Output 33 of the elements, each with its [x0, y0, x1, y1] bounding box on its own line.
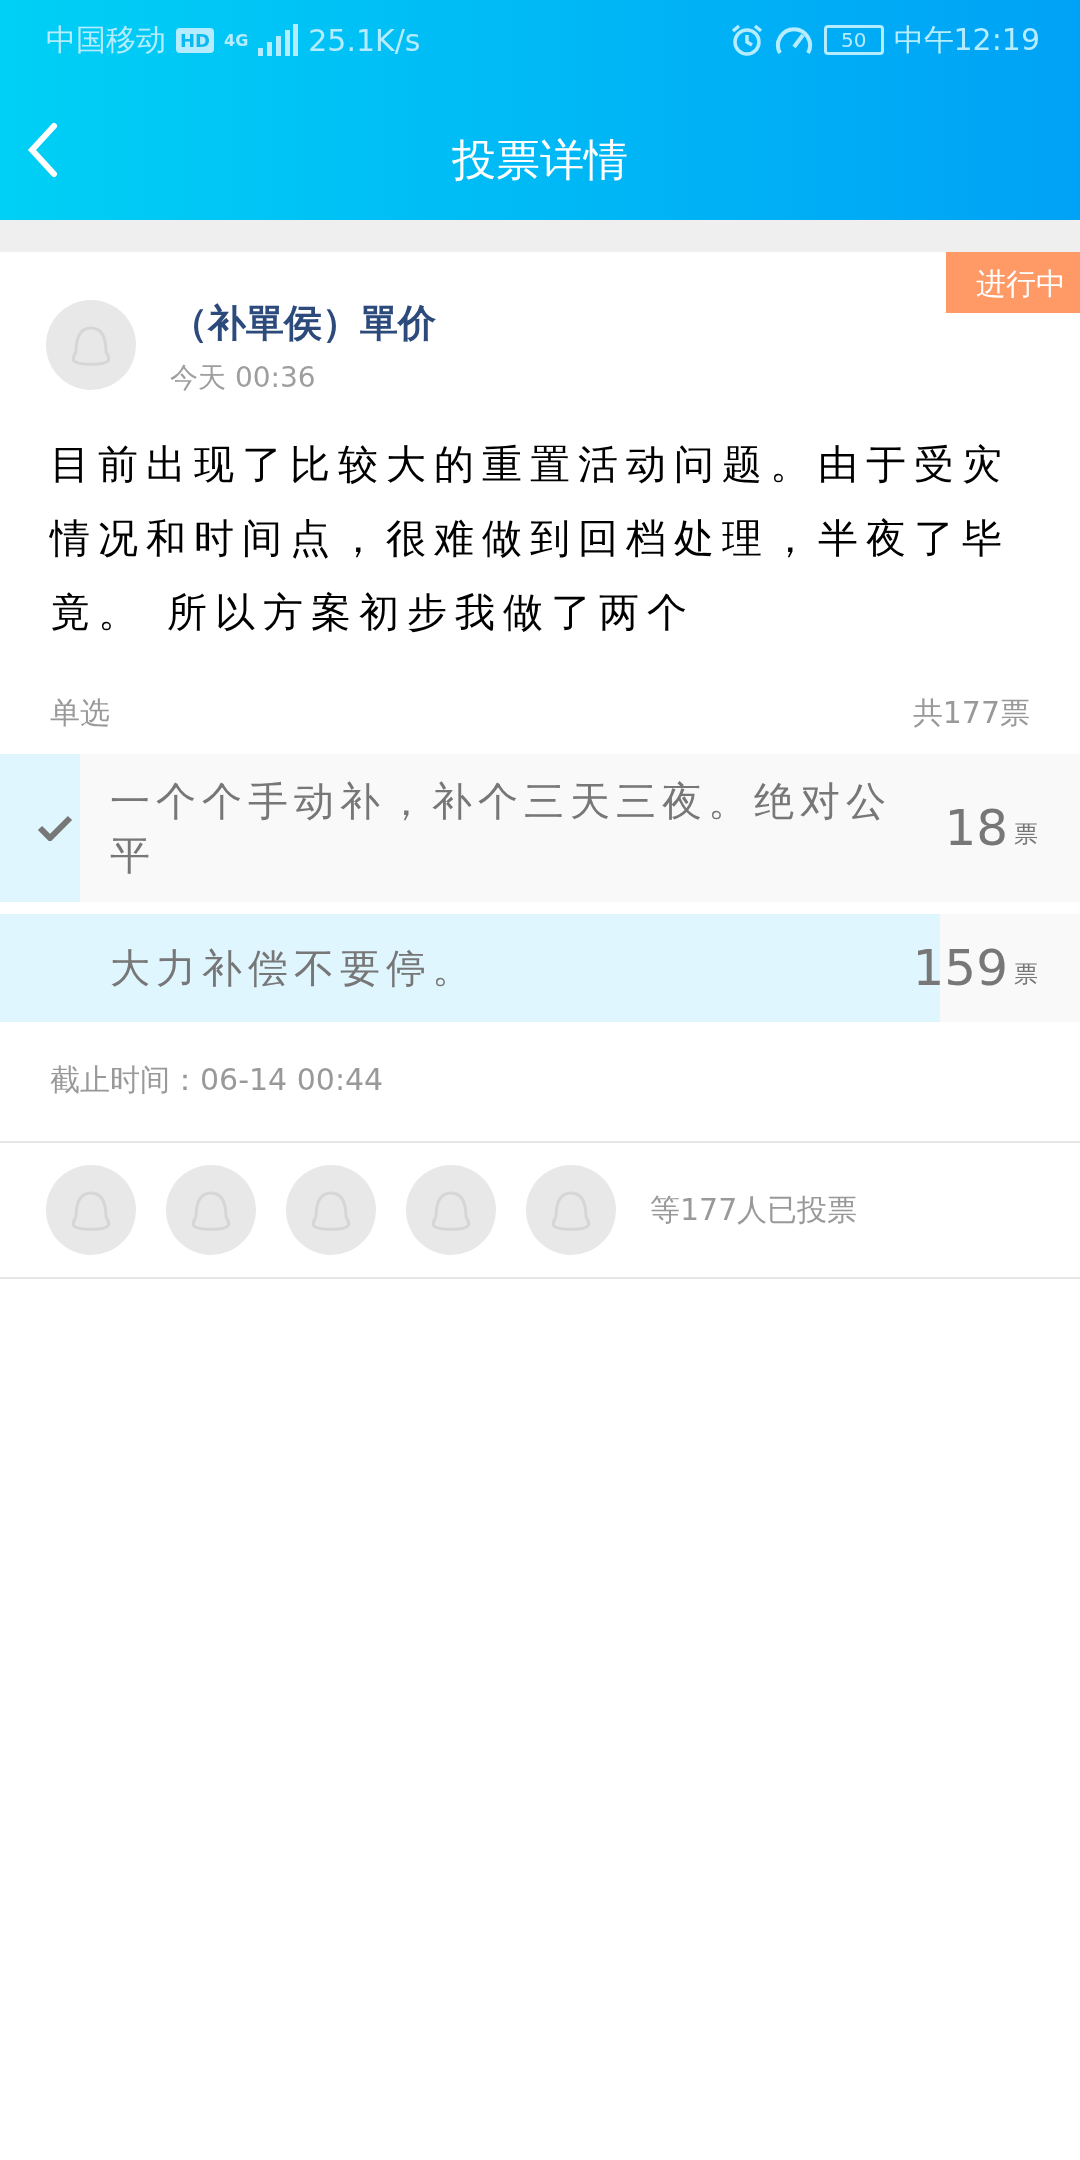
poll-option[interactable]: 一个个手动补，补个三天三夜。绝对公平 18 票: [0, 754, 1080, 902]
check-icon: [37, 815, 73, 841]
signal-icon: [258, 24, 299, 56]
avatar-icon: [166, 1165, 256, 1255]
vote-unit: 票: [1014, 959, 1038, 990]
alarm-icon: [730, 23, 765, 57]
avatar-icon: [406, 1165, 496, 1255]
avatar-icon: [526, 1165, 616, 1255]
option-text: 一个个手动补，补个三天三夜。绝对公平: [110, 777, 893, 880]
avatar-icon: [46, 1165, 136, 1255]
carrier-name: 中国移动: [46, 20, 166, 59]
deadline: 截止时间：06-14 00:44: [0, 1034, 1080, 1143]
status-tag: 进行中: [946, 252, 1080, 313]
avatar-icon: [286, 1165, 376, 1255]
vote-count: 159: [912, 939, 1008, 997]
total-votes: 共177票: [912, 694, 1030, 732]
poll-option[interactable]: 大力补偿不要停。 159 票: [0, 914, 1080, 1022]
page-title: 投票详情: [452, 132, 628, 187]
voters-summary: 等177人已投票: [650, 1190, 858, 1229]
battery-icon: 50: [824, 25, 884, 55]
back-icon[interactable]: [26, 122, 60, 178]
option-text: 大力补偿不要停。: [110, 944, 479, 993]
vote-count: 18: [944, 799, 1008, 857]
post-time: 今天 00:36: [170, 360, 317, 396]
network-speed: 25.1K/s: [308, 22, 421, 58]
poll-type: 单选: [50, 694, 110, 732]
vote-unit: 票: [1014, 819, 1038, 850]
clock: 中午12:19: [893, 20, 1040, 59]
avatar-icon: [46, 299, 136, 390]
hd-badge: HD: [176, 27, 214, 53]
author-name: （补單侯）單价: [170, 300, 436, 347]
poll-description: 目前出现了比较大的重置活动问题。由于受灾情况和时间点，很难做到回档处理，半夜了毕竟。 所以方案初步我做了两个: [50, 440, 1011, 637]
network-type: 4G: [224, 30, 249, 50]
